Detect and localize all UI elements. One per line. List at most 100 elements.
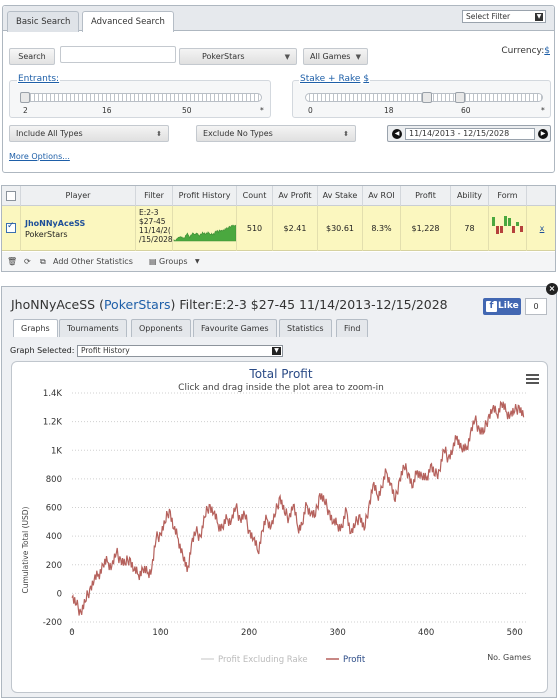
entrants-min-handle[interactable] [20,92,30,103]
results-table: Player Filter Profit History Count Av Pr… [1,185,556,272]
next-arrow-icon[interactable]: ▶ [538,129,548,139]
x-tick-label: 200 [241,628,257,638]
filter-line: $27-45 [139,217,166,226]
cell-form [488,206,526,251]
facebook-like-button[interactable]: f Like [483,298,521,315]
y-tick-label: 200 [46,561,62,571]
graph-selected-label: Graph Selected: [10,346,75,355]
stake-min-handle[interactable] [422,92,432,103]
entrants-slider-box: 2 16 50 * [9,80,271,118]
form-bar-loss [500,226,503,233]
column-header-count[interactable]: Count [236,186,272,206]
row-checkbox[interactable]: ✓ [6,221,16,233]
tab-opponents[interactable]: Opponents [131,319,191,337]
cell-av-roi: 8.3% [362,206,400,251]
date-range-picker: ◀ 11/14/2013 - 12/15/2028 ▶ [387,125,551,142]
network-dropdown[interactable]: PokerStars ▼ [179,48,297,65]
tab-tournaments[interactable]: Tournaments [59,319,127,337]
tab-statistics[interactable]: Statistics [279,319,332,337]
date-range-input[interactable]: 11/14/2013 - 12/15/2028 [405,128,535,140]
column-header-form[interactable]: Form [488,186,526,206]
y-tick-label: 1.4K [43,389,63,399]
search-panel: Basic Search Advanced Search Select Filt… [2,5,555,173]
player-panel: JhoNNyAceSS (PokerStars) Filter:E:2-3 $2… [1,283,558,698]
chevron-down-icon: ▼ [355,53,361,61]
tab-find[interactable]: Find [336,319,369,337]
player-name-link[interactable]: JhoNNyAceSS [25,218,135,229]
search-tab-bar: Basic Search Advanced Search Select Filt… [3,6,554,32]
column-header-av-roi[interactable]: Av ROI [362,186,400,206]
graph-select-dropdown[interactable]: Profit History ▼ [77,345,283,357]
column-header-filter[interactable]: Filter [135,186,172,206]
column-header-av-stake[interactable]: Av Stake [317,186,362,206]
search-input[interactable] [60,46,176,63]
select-filter-dropdown[interactable]: Select Filter ▼ [462,10,546,23]
sort-icon: ⬍ [343,130,349,138]
chevron-down-icon: ▼ [284,53,290,61]
select-filter-value: Select Filter [466,12,511,21]
stake-label[interactable]: Stake + Rake [300,74,360,84]
include-types-dropdown[interactable]: Include All Types ⬍ [9,125,169,142]
add-other-statistics-button[interactable]: Add Other Statistics [53,252,133,271]
tab-advanced-search[interactable]: Advanced Search [82,11,174,32]
currency-label: Currency: [501,46,545,56]
chevron-down-icon: ▼ [195,258,200,265]
table-row[interactable]: ✓ JhoNNyAceSS PokerStars E:2-3 $27-45 11… [2,206,555,251]
form-bar-loss [512,226,515,233]
column-header-av-profit[interactable]: Av Profit [272,186,317,206]
y-axis-ticks: -200 0 200 400 600 800 1K 1.2K 1.4K [43,389,63,628]
groups-button[interactable]: Groups [159,252,188,271]
facebook-icon: f [486,301,497,312]
currency-link[interactable]: $ [544,46,550,56]
y-tick-label: 1.2K [43,418,63,428]
y-axis-label: Cumulative Total (USD) [21,506,30,593]
games-dropdown[interactable]: All Games ▼ [303,48,368,65]
form-bar-loss [520,226,523,232]
tab-basic-search[interactable]: Basic Search [7,11,80,32]
search-button[interactable]: Search [9,48,55,65]
trash-icon[interactable]: 🗑 [7,252,17,271]
player-network: PokerStars [25,230,68,239]
stake-max-handle[interactable] [455,92,465,103]
include-types-value: Include All Types [16,129,83,138]
chevron-down-icon: ▼ [272,347,281,355]
facebook-like: f Like 0 [483,298,547,315]
select-all-checkbox[interactable] [6,191,16,201]
close-icon[interactable]: × [546,283,558,295]
cell-profit-history [172,206,237,251]
column-header-player[interactable]: Player [20,186,135,206]
legend-item-profit[interactable]: Profit [343,655,366,665]
entrants-slider-track[interactable] [22,93,262,102]
y-tick-label: 800 [46,475,62,485]
remove-row-link[interactable]: x [526,206,557,251]
x-tick-label: 300 [330,628,346,638]
filter-line: /15/2028 [139,235,172,244]
column-header-profit-history[interactable]: Profit History [172,186,236,206]
stake-unit-link[interactable]: $ [363,74,369,84]
title-prefix: JhoNNyAceSS ( [11,297,104,312]
column-header-profit[interactable]: Profit [400,186,450,206]
x-axis-ticks: 0 100 200 300 400 500 [69,628,523,638]
chevron-down-icon: ▼ [535,13,543,21]
chart-menu-icon[interactable] [526,374,539,384]
cell-av-stake: $30.61 [317,206,362,251]
refresh-icon[interactable]: ⟳ [24,252,31,271]
groups-icon: ▤ [149,257,157,266]
previous-arrow-icon[interactable]: ◀ [392,129,402,139]
entrants-label[interactable]: Entrants: [17,74,61,84]
cell-ability: 78 [450,206,488,251]
tab-favourite-games[interactable]: Favourite Games [193,319,277,337]
column-header-ability[interactable]: Ability [450,186,488,206]
entrants-tick: 50 [182,106,192,115]
more-options-link[interactable]: More Options... [9,152,70,161]
tab-graphs[interactable]: Graphs [13,319,58,337]
profit-chart[interactable]: Total Profit Click and drag inside the p… [12,362,549,694]
graph-select-value: Profit History [81,346,130,355]
exclude-types-dropdown[interactable]: Exclude No Types ⬍ [196,125,356,142]
player-title: JhoNNyAceSS (PokerStars) Filter:E:2-3 $2… [11,297,448,312]
legend-item-profit-excluding-rake[interactable]: Profit Excluding Rake [218,655,308,665]
title-network-link[interactable]: PokerStars [104,297,171,312]
filter-line: 11/14/2( [139,226,171,235]
column-header-extra [526,186,557,206]
add-stats-icon: ⧉ [40,257,46,266]
